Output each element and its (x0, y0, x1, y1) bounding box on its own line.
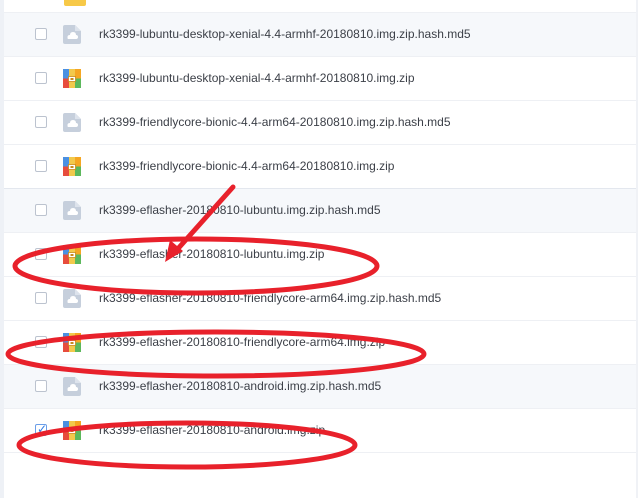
file-name[interactable]: rk3399-friendlycore-bionic-4.4-arm64-201… (99, 115, 451, 130)
row-checkbox[interactable]: ✓ (35, 422, 48, 436)
file-name[interactable]: rk3399-lubuntu-desktop-xenial-4.4-armhf-… (99, 71, 415, 86)
row-checkbox[interactable] (35, 336, 47, 348)
checkmark-icon: ✓ (37, 422, 48, 436)
file-browser: rk3399-lubuntu-desktop-xenial-4.4-armhf-… (0, 0, 638, 498)
row-checkbox[interactable] (35, 380, 47, 392)
row-checkbox[interactable] (35, 72, 47, 84)
archive-icon (63, 157, 81, 176)
file-name[interactable]: rk3399-eflasher-20180810-android.img.zip (99, 423, 325, 438)
row-checkbox[interactable] (35, 28, 47, 40)
file-row[interactable]: rk3399-lubuntu-desktop-xenial-4.4-armhf-… (4, 57, 636, 101)
file-name[interactable]: rk3399-eflasher-20180810-lubuntu.img.zip (99, 247, 324, 262)
file-name[interactable]: rk3399-eflasher-20180810-friendlycore-ar… (99, 335, 385, 350)
file-row[interactable]: rk3399-lubuntu-desktop-xenial-4.4-armhf-… (4, 13, 636, 57)
archive-icon (63, 421, 81, 440)
archive-icon (63, 69, 81, 88)
file-row[interactable]: rk3399-eflasher-20180810-friendlycore-ar… (4, 277, 636, 321)
partial-folder-row[interactable] (4, 0, 636, 13)
row-checkbox[interactable] (35, 292, 47, 304)
row-checkbox[interactable] (35, 204, 47, 216)
cloud-file-icon (63, 201, 81, 220)
archive-icon (63, 333, 81, 352)
file-name[interactable]: rk3399-eflasher-20180810-lubuntu.img.zip… (99, 203, 381, 218)
file-row[interactable]: rk3399-friendlycore-bionic-4.4-arm64-201… (4, 145, 636, 189)
file-name[interactable]: rk3399-eflasher-20180810-friendlycore-ar… (99, 291, 441, 306)
row-checkbox[interactable] (35, 160, 47, 172)
file-row[interactable]: ✓ rk3399-eflasher-20180810-android.img.z… (4, 409, 636, 453)
row-checkbox[interactable] (35, 248, 47, 260)
file-row[interactable]: rk3399-eflasher-20180810-lubuntu.img.zip (4, 233, 636, 277)
row-checkbox[interactable] (35, 116, 47, 128)
file-row[interactable]: rk3399-eflasher-20180810-android.img.zip… (4, 365, 636, 409)
cloud-file-icon (63, 113, 81, 132)
file-name[interactable]: rk3399-eflasher-20180810-android.img.zip… (99, 379, 381, 394)
file-row[interactable]: rk3399-friendlycore-bionic-4.4-arm64-201… (4, 101, 636, 145)
cloud-file-icon (63, 289, 81, 308)
archive-icon (63, 245, 81, 264)
file-list: rk3399-lubuntu-desktop-xenial-4.4-armhf-… (4, 13, 636, 453)
cloud-file-icon (63, 377, 81, 396)
file-name[interactable]: rk3399-friendlycore-bionic-4.4-arm64-201… (99, 159, 394, 174)
folder-icon (64, 0, 86, 6)
cloud-file-icon (63, 25, 81, 44)
file-row[interactable]: rk3399-eflasher-20180810-lubuntu.img.zip… (4, 189, 636, 233)
file-name[interactable]: rk3399-lubuntu-desktop-xenial-4.4-armhf-… (99, 27, 471, 42)
file-row[interactable]: rk3399-eflasher-20180810-friendlycore-ar… (4, 321, 636, 365)
